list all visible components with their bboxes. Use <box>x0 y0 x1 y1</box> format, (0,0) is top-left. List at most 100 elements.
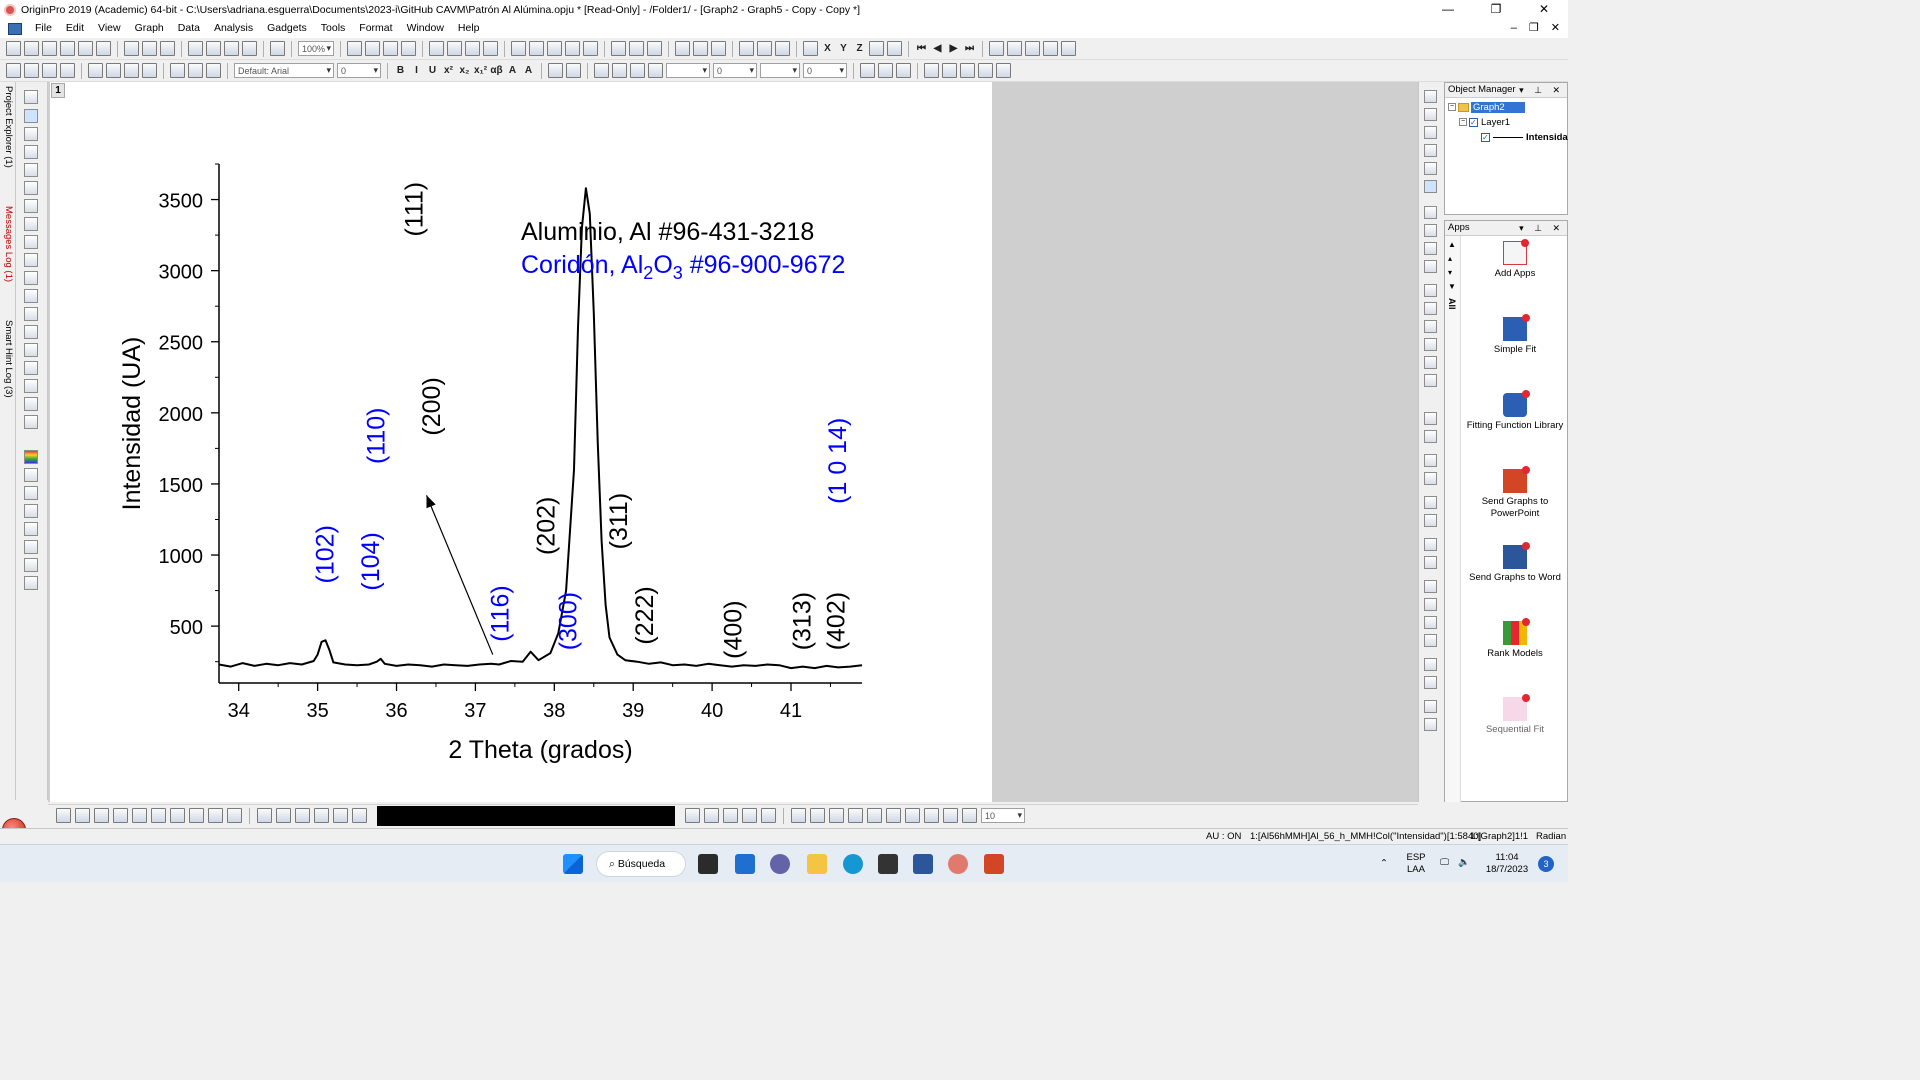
script-window-icon[interactable] <box>429 41 444 56</box>
right-tool-18-icon[interactable] <box>1424 430 1437 443</box>
new-folder-icon[interactable] <box>24 41 39 56</box>
apps-controls[interactable]: ▾ ⊥ ✕ <box>1519 221 1564 235</box>
right-tool-11-icon[interactable] <box>1424 284 1437 297</box>
right-tool-13-icon[interactable] <box>1424 320 1437 333</box>
app-icon-4[interactable] <box>1043 41 1058 56</box>
set-z-icon[interactable]: Z <box>853 43 866 54</box>
plot-line-symbol-icon[interactable] <box>94 808 109 823</box>
plot-3d-bar-icon[interactable] <box>295 808 310 823</box>
right-tool-16-icon[interactable] <box>1424 374 1437 387</box>
italic-button[interactable]: I <box>410 65 423 76</box>
app-icon-5[interactable] <box>1061 41 1076 56</box>
clear-filter-icon[interactable] <box>757 41 772 56</box>
app-fitting-function-library[interactable]: Fitting Function Library <box>1463 390 1567 432</box>
insert-table-icon[interactable] <box>24 379 38 393</box>
layer-icon[interactable] <box>583 41 598 56</box>
taskbar-search[interactable]: ⌕ Búsqueda <box>596 851 686 877</box>
open-icon[interactable] <box>188 41 203 56</box>
stack-chart-icon[interactable] <box>711 41 726 56</box>
scroll-down-icon[interactable]: ▾ <box>1448 268 1452 277</box>
graph-object-icon[interactable] <box>24 271 38 285</box>
layer-extract-icon[interactable] <box>124 63 139 78</box>
right-tool-28-icon[interactable] <box>1424 634 1437 647</box>
increase-font-button[interactable]: A <box>506 65 519 76</box>
graph-window-icon[interactable] <box>8 22 22 35</box>
zoom-combo[interactable]: 100% <box>298 41 334 56</box>
plot-template-icon[interactable] <box>227 808 242 823</box>
front-icon[interactable] <box>905 808 920 823</box>
lock-icon[interactable] <box>996 63 1011 78</box>
data-reader-tool-icon[interactable] <box>24 163 38 177</box>
paste-icon[interactable] <box>206 63 221 78</box>
word-taskbar-icon[interactable] <box>913 854 933 874</box>
plot-column-bottom-icon[interactable] <box>113 808 128 823</box>
hand-tool-icon[interactable] <box>24 343 38 357</box>
fill-color-icon[interactable] <box>594 63 609 78</box>
table-icon[interactable] <box>896 63 911 78</box>
right-tool-12-icon[interactable] <box>1424 302 1437 315</box>
bar-chart-icon[interactable] <box>693 41 708 56</box>
filter-icon[interactable] <box>739 41 754 56</box>
menu-file[interactable]: File <box>28 19 59 38</box>
plot-image-icon[interactable] <box>333 808 348 823</box>
menu-format[interactable]: Format <box>352 19 399 38</box>
layer-dropdown-icon[interactable] <box>142 63 157 78</box>
save-template-icon[interactable] <box>242 41 257 56</box>
back-icon[interactable] <box>924 808 939 823</box>
plot-polar-icon[interactable] <box>189 808 204 823</box>
new-excel-icon[interactable] <box>160 41 175 56</box>
object-size-combo[interactable]: 10 <box>981 808 1025 823</box>
close-button[interactable]: ✕ <box>1520 0 1568 19</box>
plot-3d-surface-icon[interactable] <box>276 808 291 823</box>
filter-options-icon[interactable] <box>775 41 790 56</box>
new-project-icon[interactable] <box>6 41 21 56</box>
project-explorer-icon[interactable] <box>483 41 498 56</box>
last-icon[interactable]: ⏭ <box>963 43 976 54</box>
font-color-icon[interactable] <box>566 63 581 78</box>
right-tool-32-icon[interactable] <box>1424 718 1437 731</box>
menu-graph[interactable]: Graph <box>128 19 171 38</box>
right-tool-19-icon[interactable] <box>1424 454 1437 467</box>
print-icon[interactable] <box>347 41 362 56</box>
layer-badge[interactable]: 1 <box>51 83 65 98</box>
set-x-icon[interactable]: X <box>821 43 834 54</box>
menu-edit[interactable]: Edit <box>59 19 91 38</box>
new-matrix-icon[interactable] <box>60 41 75 56</box>
mask-icon[interactable] <box>24 217 38 231</box>
screen-reader-icon[interactable] <box>24 145 38 159</box>
legend-icon[interactable] <box>24 486 38 500</box>
supersubscript-button[interactable]: x₁² <box>474 65 487 76</box>
object-edit-3-icon[interactable] <box>723 808 738 823</box>
underline-button[interactable]: U <box>426 65 439 76</box>
origin-taskbar-icon[interactable] <box>948 854 968 874</box>
menu-help[interactable]: Help <box>451 19 487 38</box>
app-add-apps[interactable]: Add Apps <box>1463 239 1567 280</box>
set-none-icon[interactable] <box>887 41 902 56</box>
layer-merge-icon[interactable] <box>88 63 103 78</box>
line-style-combo[interactable] <box>666 63 710 78</box>
border-icon[interactable] <box>878 63 893 78</box>
align-icon[interactable] <box>548 63 563 78</box>
color-scale-icon[interactable] <box>24 450 38 464</box>
text-tool-icon[interactable] <box>24 253 38 267</box>
object-edit-4-icon[interactable] <box>742 808 757 823</box>
file-explorer-icon[interactable] <box>807 854 827 874</box>
color-map-icon[interactable] <box>24 540 38 554</box>
greek-button[interactable]: αβ <box>490 65 503 76</box>
windows-start-icon[interactable] <box>563 854 583 874</box>
plot-contour-icon[interactable] <box>314 808 329 823</box>
plot-multi-axis-icon[interactable] <box>132 808 147 823</box>
object-edit-5-icon[interactable] <box>761 808 776 823</box>
mdi-close-button[interactable]: ✕ <box>1551 19 1560 38</box>
menu-view[interactable]: View <box>91 19 128 38</box>
whole-page-icon[interactable] <box>547 41 562 56</box>
zoom-in-icon[interactable] <box>511 41 526 56</box>
plot-stock-icon[interactable] <box>208 808 223 823</box>
plot-column-icon[interactable] <box>42 63 57 78</box>
grid-table-icon[interactable] <box>24 576 38 590</box>
collapse-icon[interactable]: − <box>1448 103 1456 112</box>
scroll-down2-icon[interactable]: ▼ <box>1448 282 1456 291</box>
forward-icon[interactable] <box>943 808 958 823</box>
plot-checkbox[interactable] <box>1481 131 1490 144</box>
right-tool-30-icon[interactable] <box>1424 676 1437 689</box>
